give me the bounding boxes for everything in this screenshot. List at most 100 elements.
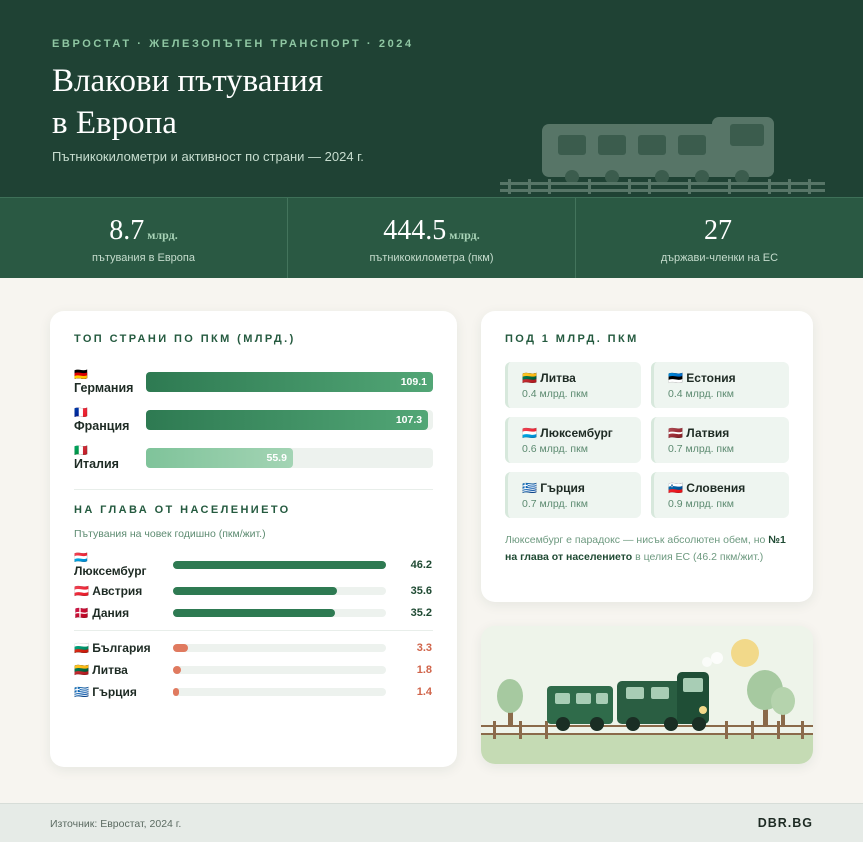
per-capita-row: 🇧🇬 България 3.3 <box>74 637 433 659</box>
country-value: 0.9 млрд. пкм <box>668 498 734 510</box>
bar-track: 107.3 <box>146 410 433 430</box>
country-name: 🇫🇷 Франция <box>74 407 146 433</box>
country-name: 🇱🇹 Литва <box>522 371 576 385</box>
country-name: 🇱🇹 Литва <box>74 663 128 677</box>
country-value: 0.6 млрд. пкм <box>522 443 588 455</box>
stat-label: пътникокилометра (пкм) <box>369 252 494 264</box>
train-scene-icon <box>481 626 813 764</box>
country-value: 0.4 млрд. пкм <box>668 388 734 400</box>
bar-fill: 55.9 <box>146 448 293 468</box>
per-capita-title: НА ГЛАВА ОТ НАСЕЛЕНИЕТО <box>74 504 291 516</box>
per-capita-row: 🇬🇷 Гърция 1.4 <box>74 681 433 703</box>
brand-link[interactable]: DBR.BG <box>758 816 813 830</box>
bar-track <box>173 587 386 595</box>
small-country-tile: 🇸🇮 Словения 0.9 млрд. пкм <box>651 472 789 518</box>
country-name: 🇪🇪 Естония <box>668 371 736 385</box>
bar-value: 1.8 <box>416 664 432 676</box>
per-capita-row: 🇦🇹 Австрия 35.6 <box>74 580 433 602</box>
small-countries-grid: 🇱🇹 Литва 0.4 млрд. пкм 🇪🇪 Естония 0.4 млрд.… <box>505 362 789 518</box>
divider <box>74 489 433 490</box>
stat-value: 8.7 <box>109 215 145 246</box>
country-name: 🇱🇻 Латвия <box>668 426 730 440</box>
per-capita-low-list: 🇧🇬 България 3.3 🇱🇹 Литва 1.8 🇬🇷 Гърция 1.4 <box>74 637 433 703</box>
bar-track <box>173 688 386 696</box>
country-name: 🇦🇹 Австрия <box>74 584 143 598</box>
top-country-row: 🇩🇪 Германия 109.1 <box>74 363 433 401</box>
bar-fill <box>173 587 337 595</box>
country-name: 🇬🇷 Гърция <box>522 481 585 495</box>
country-name: 🇩🇪 Германия <box>74 369 146 395</box>
source-note: Източник: Евростат, 2024 г. <box>50 818 182 830</box>
page-title: Влакови пътувания в Европа <box>52 60 472 144</box>
per-capita-row: 🇩🇰 Дания 35.2 <box>74 602 433 624</box>
page-subtitle: Пътникокилометри и активност по страни —… <box>52 149 364 164</box>
train-illustration-icon <box>500 117 825 194</box>
bar-track <box>173 644 386 652</box>
bar-fill <box>173 644 189 652</box>
stat-unit: млрд. <box>449 228 480 242</box>
bar-value: 1.4 <box>416 686 432 698</box>
stat-pkm: 444.5 млрд. пътникокилометра (пкм) <box>288 198 576 278</box>
country-name: 🇮🇹 Италия <box>74 445 146 471</box>
top-countries-title: ТОП СТРАНИ ПО ПКМ (МЛРД.) <box>74 333 296 345</box>
bar-track <box>173 561 386 569</box>
per-capita-subtitle: Пътувания на човек годишно (пкм/жит.) <box>74 528 266 540</box>
country-name: 🇧🇬 България <box>74 641 151 655</box>
small-countries-title: ПОД 1 МЛРД. ПКМ <box>505 333 639 345</box>
country-name: 🇬🇷 Гърция <box>74 685 137 699</box>
bar-track: 55.9 <box>146 448 433 468</box>
bar-fill <box>173 688 180 696</box>
stat-trips: 8.7 млрд. пътувания в Европа <box>0 198 288 278</box>
bar-track: 109.1 <box>146 372 433 392</box>
per-capita-row: 🇱🇺 Люксембург 46.2 <box>74 550 433 580</box>
country-value: 0.4 млрд. пкм <box>522 388 588 400</box>
per-capita-row: 🇱🇹 Литва 1.8 <box>74 659 433 681</box>
top-country-row: 🇮🇹 Италия 55.9 <box>74 439 433 477</box>
bar-value: 3.3 <box>416 642 432 654</box>
small-country-tile: 🇬🇷 Гърция 0.7 млрд. пкм <box>505 472 641 518</box>
small-countries-card: ПОД 1 МЛРД. ПКМ 🇱🇹 Литва 0.4 млрд. пкм 🇪🇪 … <box>481 311 813 602</box>
top-country-row: 🇫🇷 Франция 107.3 <box>74 401 433 439</box>
bar-value: 55.9 <box>266 452 287 464</box>
footer: Източник: Евростат, 2024 г. DBR.BG <box>0 803 863 842</box>
country-label: Люксембург <box>74 564 147 578</box>
hero-header: ЕВРОСТАТ · ЖЕЛЕЗОПЪТЕН ТРАНСПОРТ · 2024 … <box>0 0 863 197</box>
small-country-tile: 🇱🇹 Литва 0.4 млрд. пкм <box>505 362 641 408</box>
bar-track <box>173 609 386 617</box>
stats-band: 8.7 млрд. пътувания в Европа 444.5 млрд. п… <box>0 197 863 278</box>
small-country-tile: 🇪🇪 Естония 0.4 млрд. пкм <box>651 362 789 408</box>
stat-members: 27 държави-членки на ЕС <box>576 198 863 278</box>
bar-track <box>173 666 386 674</box>
country-name: 🇩🇰 Дания <box>74 606 130 620</box>
small-country-tile: 🇱🇻 Латвия 0.7 млрд. пкм <box>651 417 789 463</box>
train-scene-card <box>481 626 813 764</box>
country-value: 0.7 млрд. пкм <box>522 498 588 510</box>
note-text: в целия ЕС (46.2 пкм/жит.) <box>632 551 764 563</box>
bar-fill: 107.3 <box>146 410 429 430</box>
per-capita-high-list: 🇱🇺 Люксембург 46.2 🇦🇹 Австрия 35.6 🇩🇰 Дания 35… <box>74 550 433 624</box>
kicker: ЕВРОСТАТ · ЖЕЛЕЗОПЪТЕН ТРАНСПОРТ · 2024 <box>52 38 414 50</box>
ranking-card: ТОП СТРАНИ ПО ПКМ (МЛРД.) 🇩🇪 Германия 109.… <box>50 311 457 767</box>
country-name: 🇱🇺 Люксембург <box>522 426 613 440</box>
title-line-2: в Европа <box>52 105 177 141</box>
stat-value: 27 <box>704 215 732 246</box>
country-name: 🇸🇮 Словения <box>668 481 746 495</box>
bar-value: 46.2 <box>410 559 432 571</box>
country-label: Франция <box>74 419 130 433</box>
country-name: 🇱🇺 Люксембург <box>74 552 173 578</box>
bar-fill <box>173 666 182 674</box>
divider <box>74 630 433 631</box>
note-text: Люксембург е парадокс — нисък абсолютен … <box>505 534 769 546</box>
country-value: 0.7 млрд. пкм <box>668 443 734 455</box>
bar-value: 109.1 <box>400 376 427 388</box>
bar-fill <box>173 561 386 569</box>
bar-fill: 109.1 <box>146 372 433 392</box>
stat-unit: млрд. <box>147 228 178 242</box>
luxembourg-note: Люксембург е парадокс — нисък абсолютен … <box>505 532 789 566</box>
stat-label: пътувания в Европа <box>92 252 195 264</box>
country-label: Италия <box>74 457 119 471</box>
top-countries-list: 🇩🇪 Германия 109.1 🇫🇷 Франция 107.3 🇮🇹 Италия 55.… <box>74 363 433 477</box>
stat-value: 444.5 <box>383 215 447 246</box>
title-line-1: Влакови пътувания <box>52 63 323 99</box>
bar-value: 35.6 <box>410 585 432 597</box>
